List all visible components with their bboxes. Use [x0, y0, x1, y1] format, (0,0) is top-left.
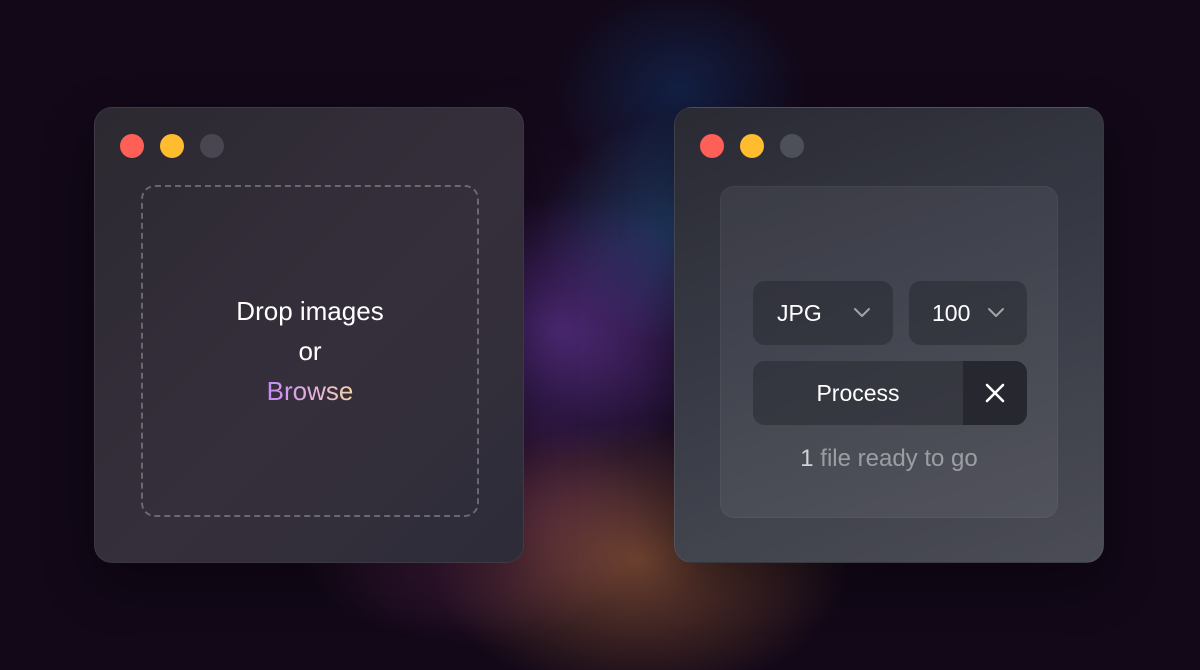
- window-controls: [120, 134, 224, 158]
- process-window: JPG 100 Process 1 file ready to go: [674, 107, 1104, 563]
- maximize-window-button[interactable]: [200, 134, 224, 158]
- maximize-window-button[interactable]: [780, 134, 804, 158]
- window-controls: [700, 134, 804, 158]
- dropzone-prompt: Drop images: [236, 296, 384, 326]
- minimize-window-button[interactable]: [740, 134, 764, 158]
- status-message: file ready to go: [813, 445, 978, 472]
- chevron-down-icon: [988, 308, 1004, 317]
- close-window-button[interactable]: [700, 134, 724, 158]
- process-button[interactable]: Process: [753, 361, 963, 425]
- chevron-down-icon: [854, 308, 870, 317]
- drop-window: Drop images or Browse: [94, 107, 524, 563]
- quality-select[interactable]: 100: [909, 281, 1027, 345]
- process-button-group: Process: [753, 361, 1027, 425]
- close-icon: [985, 383, 1005, 403]
- quality-select-value: 100: [932, 299, 971, 326]
- conversion-panel: JPG 100 Process 1 file ready to go: [720, 186, 1058, 518]
- file-count: 1: [800, 445, 814, 472]
- image-dropzone[interactable]: Drop images or Browse: [141, 185, 479, 517]
- format-select[interactable]: JPG: [753, 281, 893, 345]
- status-text: 1 file ready to go: [721, 445, 1057, 473]
- clear-button[interactable]: [963, 361, 1027, 425]
- close-window-button[interactable]: [120, 134, 144, 158]
- format-select-value: JPG: [777, 299, 822, 326]
- minimize-window-button[interactable]: [160, 134, 184, 158]
- browse-link[interactable]: Browse: [267, 371, 354, 411]
- dropzone-or-text: or: [298, 336, 322, 366]
